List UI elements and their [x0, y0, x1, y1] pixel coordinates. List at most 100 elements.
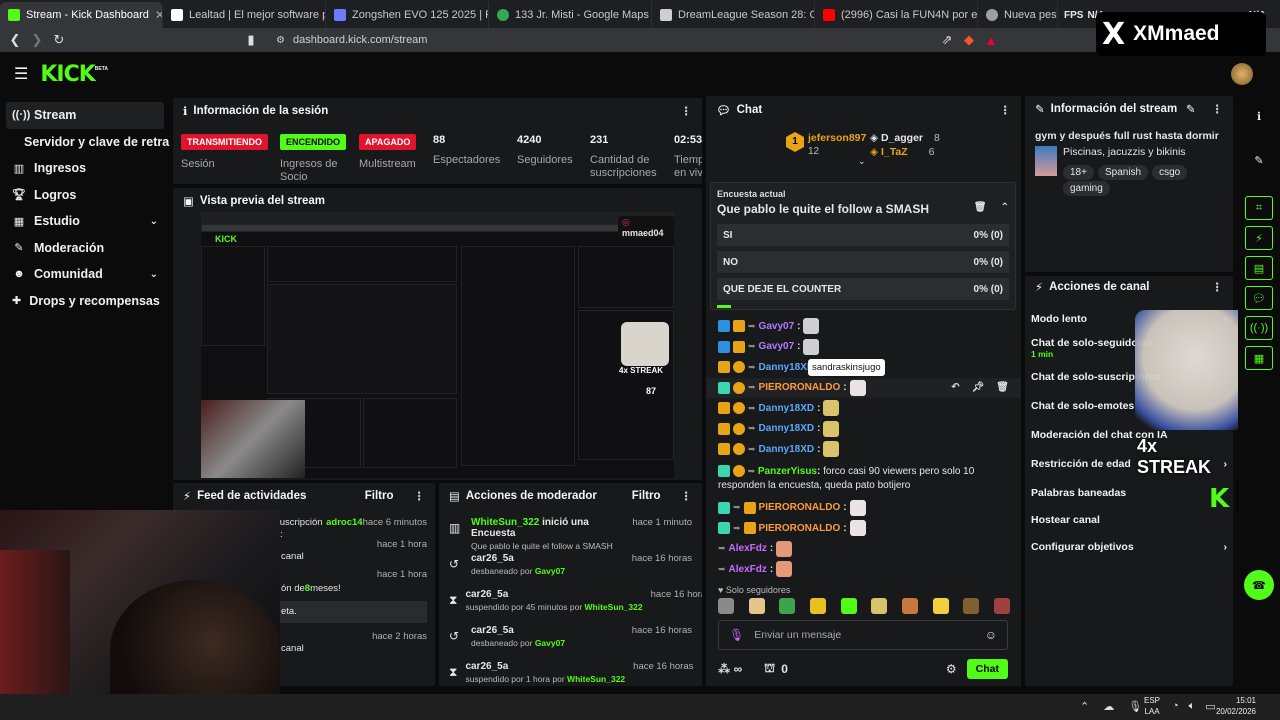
- mod-by-user[interactable]: WhiteSun_322: [585, 602, 643, 612]
- mod-user[interactable]: car26_5a: [465, 589, 642, 600]
- sidebar-item-drops[interactable]: ✚ Drops y recompensas: [0, 288, 170, 315]
- gifter-name[interactable]: I_TaZ: [881, 146, 908, 158]
- clip-icon[interactable]: ⌗: [1245, 196, 1273, 220]
- chat-icon[interactable]: 💬︎: [1245, 286, 1273, 310]
- emote[interactable]: [963, 598, 980, 614]
- emote[interactable]: [718, 598, 734, 614]
- mod-user[interactable]: car26_5a: [465, 661, 625, 672]
- poll-option[interactable]: SI 0% (0): [717, 224, 1009, 246]
- kick-logo[interactable]: KICK: [40, 62, 95, 87]
- more-icon[interactable]: ⋮: [414, 489, 426, 503]
- menu-icon[interactable]: ☰: [14, 64, 28, 84]
- settings-icon[interactable]: ⚙: [946, 662, 957, 676]
- sidebar-item-revenue[interactable]: ▥ Ingresos: [0, 155, 170, 182]
- chat-username[interactable]: Gavy07: [759, 341, 795, 352]
- chat-username[interactable]: Danny18XD: [759, 423, 815, 434]
- chat-input[interactable]: 🎙︎ Enviar un mensaje ☺: [718, 620, 1008, 650]
- back-icon[interactable]: ❮: [4, 32, 26, 48]
- pin-icon[interactable]: 📌︎: [972, 382, 985, 393]
- chat-username[interactable]: PIERORONALDO: [759, 502, 841, 513]
- gift-box-icon[interactable]: ⛫: [764, 661, 775, 677]
- poll-icon[interactable]: ▤: [1245, 256, 1273, 280]
- chevron-up-icon[interactable]: ⌃: [1080, 700, 1089, 713]
- browser-tab[interactable]: 133 Jr. Misti - Google Maps: [489, 2, 652, 28]
- goals-button[interactable]: Configurar objetivos ›: [1025, 532, 1233, 561]
- support-icon[interactable]: ☎: [1244, 570, 1274, 600]
- more-icon[interactable]: ⋮: [1212, 102, 1224, 116]
- edit-icon[interactable]: ✎: [1245, 148, 1273, 172]
- gifter-name[interactable]: jeferson897: [808, 132, 866, 144]
- browser-tab[interactable]: Zongshen EVO 125 2025 | Precio $ 1: [326, 2, 489, 28]
- mod-by-user[interactable]: Gavy07: [535, 638, 565, 648]
- emote[interactable]: [871, 598, 888, 614]
- banned-words-button[interactable]: Palabras baneadas: [1025, 478, 1233, 507]
- emote[interactable]: [932, 598, 949, 614]
- stream-video[interactable]: KICK ◎ mmaed04 4x STREAK 87: [201, 212, 674, 478]
- close-icon[interactable]: ✕: [155, 8, 162, 22]
- sidebar-item-community[interactable]: ☻ Comunidad ⌄: [0, 261, 170, 288]
- emote[interactable]: [809, 598, 826, 614]
- mod-by-user[interactable]: Gavy07: [535, 566, 565, 576]
- sidebar-item-moderation[interactable]: ✎ Moderación: [0, 235, 170, 262]
- site-info-icon[interactable]: ⚙: [276, 35, 285, 46]
- trash-icon[interactable]: 🗑︎: [996, 382, 1009, 393]
- rewards-icon[interactable]: ▲: [980, 33, 1002, 48]
- send-chat-button[interactable]: Chat: [966, 659, 1008, 679]
- emote[interactable]: [901, 598, 918, 614]
- more-icon[interactable]: ⋮: [681, 104, 693, 118]
- chat-username[interactable]: PIERORONALDO: [759, 523, 841, 534]
- mod-user[interactable]: WhiteSun_322: [471, 517, 539, 528]
- share-icon[interactable]: ⇗: [936, 32, 958, 48]
- clock[interactable]: 15:01 20/02/2026: [1206, 695, 1256, 717]
- edit-icon[interactable]: ✎: [1186, 102, 1196, 116]
- brave-shield-icon[interactable]: ◆: [958, 32, 980, 48]
- chat-username[interactable]: PanzerYisus: [758, 466, 817, 477]
- chat-username[interactable]: Danny18XD: [759, 444, 815, 455]
- feed-user[interactable]: adroc14: [326, 517, 362, 547]
- more-icon[interactable]: ⋮: [1000, 103, 1012, 117]
- trash-icon[interactable]: 🗑︎: [974, 202, 987, 216]
- volume-icon[interactable]: 🔈︎: [1189, 700, 1196, 713]
- sidebar-item-server-key[interactable]: Servidor y clave de retransmisión: [0, 129, 170, 156]
- input-language[interactable]: ESP LAA: [1144, 695, 1160, 717]
- browser-tab[interactable]: Stream - Kick Dashboard ✕: [0, 2, 163, 28]
- emote[interactable]: [748, 598, 765, 614]
- filter-button[interactable]: Filtro: [632, 490, 661, 502]
- chat-username[interactable]: Gavy07: [759, 321, 795, 332]
- browser-tab[interactable]: DreamLeague Season 28: Group Stag: [652, 2, 815, 28]
- bookmark-icon[interactable]: ▮: [240, 32, 262, 48]
- mic-icon[interactable]: 🎙︎: [1128, 700, 1142, 713]
- gifter-name[interactable]: D_agger: [881, 132, 923, 144]
- browser-tab[interactable]: Lealtad | El mejor software para pote✕: [163, 2, 326, 28]
- undo-icon[interactable]: ↶: [951, 382, 959, 393]
- emoji-icon[interactable]: ☺: [985, 628, 997, 642]
- layout-icon[interactable]: ▦: [1245, 346, 1273, 370]
- chevron-up-icon[interactable]: ⌃: [1001, 202, 1009, 216]
- tag[interactable]: Spanish: [1097, 165, 1149, 180]
- points-icon[interactable]: ⁂ ∞: [718, 662, 742, 676]
- chat-username[interactable]: Danny18XD: [759, 403, 815, 414]
- chevron-down-icon[interactable]: ⌄: [858, 156, 866, 167]
- sidebar-item-achievements[interactable]: 🏆︎ Logros: [0, 182, 170, 209]
- cloud-icon[interactable]: ☁: [1103, 700, 1114, 713]
- host-channel-button[interactable]: Hostear canal: [1025, 507, 1233, 532]
- sidebar-item-studio[interactable]: ▦ Estudio ⌄: [0, 208, 170, 235]
- info-icon[interactable]: ℹ: [1245, 104, 1273, 128]
- mod-user[interactable]: car26_5a: [471, 553, 624, 564]
- bolt-icon[interactable]: ⚡︎: [1245, 226, 1273, 250]
- tag[interactable]: gaming: [1063, 181, 1110, 196]
- poll-option[interactable]: QUE DEJE EL COUNTER 0% (0): [717, 278, 1009, 300]
- chat-username[interactable]: AlexFdz: [729, 543, 767, 554]
- browser-tab[interactable]: (2996) Casi la FUN4N por esto...: [815, 2, 978, 28]
- category-name[interactable]: Piscinas, jacuzzis y bikinis: [1063, 146, 1223, 158]
- filter-button[interactable]: Filtro: [365, 490, 394, 502]
- mod-by-user[interactable]: WhiteSun_322: [567, 674, 625, 684]
- tag[interactable]: csgo: [1152, 165, 1188, 180]
- poll-option[interactable]: NO 0% (0): [717, 251, 1009, 273]
- mod-user[interactable]: car26_5a: [471, 625, 624, 636]
- emote[interactable]: [993, 598, 1010, 614]
- more-icon[interactable]: ⋮: [681, 489, 693, 503]
- sidebar-item-stream[interactable]: ((·)) Stream: [6, 102, 164, 129]
- forward-icon[interactable]: ❯: [26, 32, 48, 48]
- tag[interactable]: 18+: [1063, 165, 1094, 180]
